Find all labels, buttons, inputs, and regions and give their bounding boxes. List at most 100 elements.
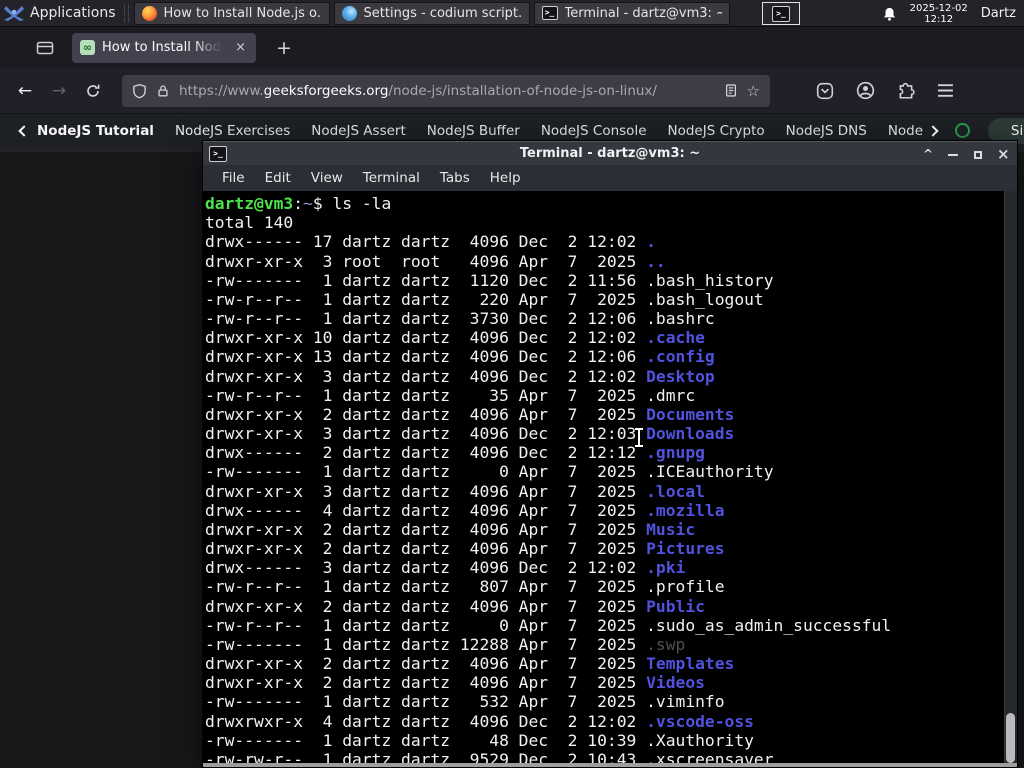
terminal-output-row: drwx------ 2 dartz dartz 4096 Dec 2 12:1… — [205, 443, 705, 463]
nav-back-label: NodeJS Tutorial — [37, 122, 154, 139]
new-tab-button[interactable]: + — [270, 37, 298, 59]
terminal-output-row: drwxr-xr-x 2 dartz dartz 4096 Apr 7 2025… — [205, 539, 725, 559]
mouse-ibeam-cursor — [633, 428, 645, 447]
menu-edit[interactable]: Edit — [255, 170, 301, 186]
file-name: Public — [646, 596, 705, 616]
terminal-titlebar[interactable]: Terminal - dartz@vm3: ~ >_ ^ × — [203, 141, 1017, 165]
terminal-shade-button[interactable]: ^ — [922, 147, 934, 161]
firefox-view-icon — [36, 41, 54, 54]
firefox-view-button[interactable] — [30, 33, 60, 63]
nav-back-tutorial[interactable]: NodeJS Tutorial — [18, 122, 154, 139]
terminal-close-button[interactable]: × — [997, 145, 1010, 163]
nav-link[interactable]: NodeJS DNS — [786, 123, 867, 139]
menu-tabs[interactable]: Tabs — [430, 170, 480, 186]
terminal-minimize-button[interactable] — [947, 147, 959, 161]
terminal-output-row: -rw-r--r-- 1 dartz dartz 35 Apr 7 2025 .… — [205, 385, 696, 405]
file-name: Music — [646, 519, 696, 539]
terminal-output-row: -rw------- 1 dartz dartz 12288 Apr 7 202… — [205, 634, 686, 654]
terminal-total-line: total 140 — [205, 213, 294, 233]
notification-bell-icon[interactable] — [882, 6, 897, 22]
menu-hamburger-icon[interactable] — [937, 83, 954, 98]
forward-button[interactable]: → — [42, 81, 76, 101]
terminal-icon: >_ — [772, 5, 790, 22]
applications-label: Applications — [30, 5, 116, 21]
file-name: .Xauthority — [646, 730, 754, 750]
terminal-scrollbar-track[interactable] — [1004, 191, 1017, 765]
menu-file[interactable]: File — [212, 170, 255, 186]
shield-icon[interactable] — [132, 83, 147, 99]
url-bar[interactable]: https://www.geeksforgeeks.org/node-js/in… — [122, 74, 770, 107]
browser-tab-active[interactable]: ∞ How to Install Node.js on × — [72, 32, 256, 63]
prompt-cwd: ~ — [303, 194, 313, 213]
reload-icon — [87, 84, 100, 97]
tab-close-icon[interactable]: × — [233, 40, 248, 55]
terminal-output-row: -rw------- 1 dartz dartz 532 Apr 7 2025 … — [205, 692, 725, 712]
file-name: Videos — [646, 673, 705, 693]
firefox-icon — [141, 5, 157, 21]
file-name: .. — [646, 251, 666, 271]
nav-link[interactable]: NodeJS Crypto — [668, 123, 765, 139]
account-icon[interactable] — [856, 81, 875, 100]
terminal-output-row: drwxr-xr-x 10 dartz dartz 4096 Dec 2 12:… — [205, 328, 705, 348]
terminal-output-row: -rw-r--r-- 1 dartz dartz 3730 Dec 2 12:0… — [205, 309, 715, 329]
panel-separator — [123, 4, 129, 22]
pocket-save-icon[interactable] — [816, 82, 834, 100]
terminal-output-row: drwx------ 3 dartz dartz 4096 Dec 2 12:0… — [205, 558, 686, 578]
nav-link[interactable]: NodeJS Console — [541, 123, 647, 139]
panel-status-area: 2025-12-02 12:12 Dartz — [882, 0, 1024, 27]
url-scheme: https://www. — [179, 82, 264, 99]
terminal-output-row: -rw-r--r-- 1 dartz dartz 807 Apr 7 2025 … — [205, 577, 725, 597]
prompt-user-host: dartz@vm3 — [205, 194, 294, 213]
extensions-puzzle-icon[interactable] — [897, 82, 915, 100]
file-name: Documents — [646, 404, 735, 424]
clock-date: 2025-12-02 — [909, 2, 968, 14]
nav-link[interactable]: Node — [888, 123, 923, 139]
reader-view-icon[interactable] — [724, 83, 738, 98]
file-name: Desktop — [646, 366, 715, 386]
terminal-window-controls: ^ × — [922, 142, 1010, 166]
browser-tab-bar: ∞ How to Install Node.js on × + × — [0, 27, 1024, 85]
terminal-output-row: drwx------ 4 dartz dartz 4096 Apr 7 2025… — [205, 500, 725, 520]
session-user-label[interactable]: Dartz — [981, 6, 1016, 21]
url-text[interactable]: https://www.geeksforgeeks.org/node-js/in… — [179, 83, 715, 99]
lock-icon[interactable] — [156, 83, 170, 99]
file-name: Downloads — [646, 424, 735, 444]
reload-button[interactable] — [76, 83, 110, 99]
terminal-output-row: drwxr-xr-x 3 dartz dartz 4096 Dec 2 12:0… — [205, 366, 715, 386]
bookmark-star-icon[interactable]: ☆ — [747, 82, 760, 100]
nav-link[interactable]: NodeJS Buffer — [427, 123, 520, 139]
tray-terminal-launcher[interactable]: >_ — [762, 2, 800, 25]
terminal-output-row: drwxr-xr-x 2 dartz dartz 4096 Apr 7 2025… — [205, 596, 705, 616]
prompt-command: ls -la — [322, 194, 392, 213]
taskbar-window-title: Terminal - dartz@vm3: ~ — [564, 5, 722, 21]
back-button[interactable]: ← — [8, 81, 42, 101]
nav-link[interactable]: NodeJS Assert — [311, 123, 406, 139]
nav-links: NodeJS Exercises NodeJS Assert NodeJS Bu… — [175, 123, 923, 139]
terminal-menubar: File Edit View Terminal Tabs Help — [203, 165, 1017, 191]
terminal-icon: >_ — [541, 6, 558, 20]
file-name: . — [646, 232, 656, 252]
terminal-output-row: drwxr-xr-x 3 dartz dartz 4096 Apr 7 2025… — [205, 481, 705, 501]
nav-link[interactable]: NodeJS Exercises — [175, 123, 290, 139]
menu-help[interactable]: Help — [480, 170, 531, 186]
taskbar-window-title: Settings - codium script... — [363, 5, 522, 21]
panel-clock[interactable]: 2025-12-02 12:12 — [910, 3, 968, 25]
taskbar-window-firefox[interactable]: How to Install Node.js o... — [133, 1, 330, 25]
nav-scroll-right-icon[interactable] — [927, 124, 939, 137]
taskbar-window-codium[interactable]: Settings - codium script... — [333, 1, 530, 25]
file-name: .cache — [646, 328, 705, 348]
file-name: .swp — [646, 634, 686, 654]
file-name: .gnupg — [646, 443, 705, 463]
taskbar-window-terminal[interactable]: >_ Terminal - dartz@vm3: ~ — [533, 1, 730, 25]
menu-terminal[interactable]: Terminal — [353, 170, 430, 186]
applications-menu-button[interactable]: Applications — [0, 0, 122, 27]
terminal-output[interactable]: dartz@vm3:~$ ls -la total 140 drwx------… — [203, 191, 1017, 765]
search-icon[interactable] — [955, 123, 971, 138]
file-name: .bash_logout — [646, 289, 764, 309]
menu-view[interactable]: View — [301, 170, 353, 186]
taskbar-window-title: How to Install Node.js o... — [163, 5, 322, 21]
terminal-maximize-button[interactable] — [972, 147, 984, 161]
terminal-scrollbar-thumb[interactable] — [1006, 713, 1015, 763]
terminal-title: Terminal - dartz@vm3: ~ — [519, 146, 701, 161]
terminal-output-row: drwx------ 17 dartz dartz 4096 Dec 2 12:… — [205, 232, 656, 252]
